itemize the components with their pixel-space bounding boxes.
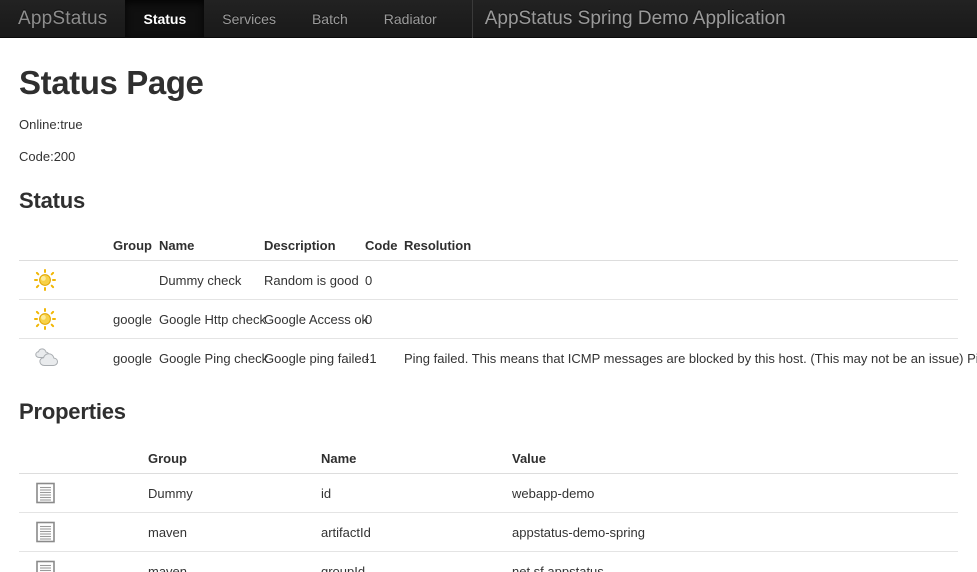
document-icon [35, 520, 132, 544]
properties-header-row: Group Name Value [19, 445, 958, 474]
status-table: Group Name Description Code Resolution D… [19, 232, 977, 377]
status-cell-resolution: Ping failed. This means that ICMP messag… [396, 338, 977, 377]
status-cell-resolution [396, 299, 958, 339]
properties-cell-value: appstatus-demo-spring [504, 512, 958, 552]
status-cell-code: 0 [365, 272, 373, 288]
properties-cell-name: groupId [313, 551, 504, 572]
status-section-heading: Status [19, 188, 86, 213]
properties-cell-value: webapp-demo [512, 485, 595, 501]
nav-item-services[interactable]: Services [204, 0, 294, 37]
properties-col-icon [19, 445, 140, 474]
properties-cell-name: artifactId [313, 512, 504, 552]
status-icon-cell [19, 338, 105, 377]
status-table-body: Dummy check Random is good 0 google Goog… [19, 261, 977, 377]
properties-icon-cell [19, 551, 140, 572]
status-cell-description: Google ping failed [256, 338, 369, 377]
status-cell-group: google [105, 338, 152, 377]
status-table-head: Group Name Description Code Resolution [19, 232, 958, 261]
status-col-icon [19, 232, 105, 261]
properties-cell-group: maven [140, 551, 313, 572]
online-status-text: Online:true [19, 117, 83, 132]
app-title: AppStatus Spring Demo Application [484, 7, 786, 29]
code-status-text: Code:200 [19, 149, 76, 164]
page-content: Status Page Online:true Code:200 Status … [0, 64, 977, 572]
status-cell-name: Google Ping check [151, 338, 268, 377]
table-row: maven groupId net.sf.appstatus [19, 551, 958, 572]
properties-col-group: Group [140, 445, 313, 474]
table-row: Dummy id webapp-demo [19, 474, 958, 513]
status-cell-resolution [396, 261, 958, 300]
status-cell-name: Google Http check [151, 299, 266, 339]
properties-section-heading: Properties [19, 399, 126, 424]
status-icon-cell [19, 261, 105, 300]
sun-icon [33, 268, 97, 292]
document-icon [35, 481, 132, 505]
page-title: Status Page [19, 64, 204, 101]
properties-icon-cell [19, 512, 140, 552]
status-cell-description: Random is good [264, 272, 359, 288]
status-col-description: Description [256, 232, 357, 261]
table-row: Dummy check Random is good 0 [19, 261, 958, 300]
properties-icon-cell [19, 474, 140, 513]
properties-cell-group: Dummy [148, 485, 193, 501]
status-col-name: Name [151, 232, 256, 261]
status-cell-description: Google Access ok [256, 299, 368, 339]
properties-cell-value: net.sf.appstatus [504, 551, 958, 572]
status-header-row: Group Name Description Code Resolution [19, 232, 958, 261]
brand-logo[interactable]: AppStatus [0, 0, 125, 37]
status-icon-cell [19, 299, 105, 339]
nav-items: Status Services Batch Radiator [125, 0, 454, 37]
status-cell-name: Dummy check [159, 272, 242, 288]
properties-cell-group: maven [140, 512, 313, 552]
status-col-group: Group [105, 232, 152, 261]
cloud-icon [33, 346, 97, 370]
table-row: google Google Ping check Google ping fai… [19, 338, 977, 377]
status-cell-group [105, 261, 151, 300]
properties-col-name: Name [313, 445, 504, 474]
table-row: google Google Http check Google Access o… [19, 299, 958, 339]
properties-table-body: Dummy id webapp-demo maven artifactId ap… [19, 474, 958, 572]
document-icon [35, 559, 132, 572]
sun-icon [33, 307, 97, 331]
nav-item-status[interactable]: Status [125, 0, 205, 37]
nav-item-batch[interactable]: Batch [294, 0, 366, 37]
properties-col-value: Value [504, 445, 958, 474]
top-navbar: AppStatus Status Services Batch Radiator… [0, 0, 977, 38]
nav-item-radiator[interactable]: Radiator [366, 0, 455, 37]
properties-cell-name: id [321, 485, 332, 501]
status-col-resolution: Resolution [396, 232, 958, 261]
status-cell-group: google [105, 299, 152, 339]
properties-table: Group Name Value Dummy id webapp-demo ma… [19, 445, 958, 572]
table-row: maven artifactId appstatus-demo-spring [19, 512, 958, 552]
properties-table-head: Group Name Value [19, 445, 958, 474]
status-col-code: Code [357, 232, 398, 261]
